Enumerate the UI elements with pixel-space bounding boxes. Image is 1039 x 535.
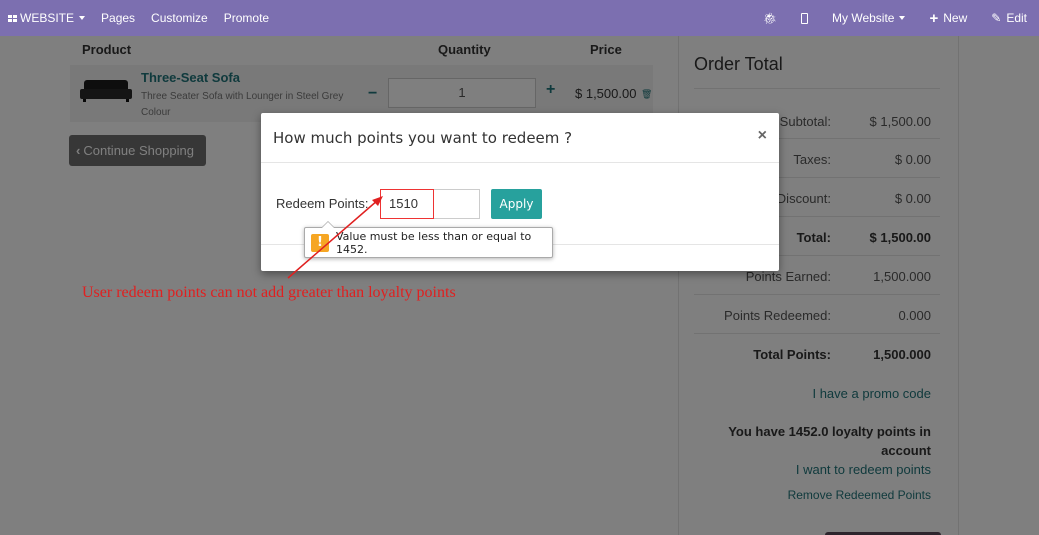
annotation-highlight-box: [380, 189, 434, 219]
new-button[interactable]: + New: [929, 11, 967, 26]
chevron-down-icon: [899, 16, 906, 20]
close-icon[interactable]: ×: [758, 127, 767, 145]
mobile-preview-button[interactable]: [801, 12, 808, 24]
edit-label: Edit: [1006, 11, 1027, 25]
customize-menu[interactable]: Customize: [151, 11, 208, 25]
modal-title: How much points you want to redeem ?: [273, 129, 573, 147]
my-website-menu[interactable]: My Website: [832, 11, 906, 25]
edit-button[interactable]: ✎ Edit: [991, 11, 1027, 25]
plus-icon: +: [929, 9, 939, 27]
my-website-label: My Website: [832, 11, 895, 25]
redeem-points-label: Redeem Points:: [276, 196, 369, 211]
annotation-text: User redeem points can not add greater t…: [82, 284, 456, 301]
warning-icon: !: [311, 233, 329, 252]
website-menu-label: WEBSITE: [20, 11, 75, 25]
pages-menu[interactable]: Pages: [101, 11, 135, 25]
mobile-icon: [801, 12, 808, 24]
apply-button[interactable]: Apply: [491, 189, 542, 219]
debug-button[interactable]: 🐞︎: [763, 12, 777, 25]
chevron-down-icon: [79, 16, 86, 20]
promote-menu[interactable]: Promote: [224, 11, 269, 25]
bug-icon: 🐞︎: [763, 12, 777, 25]
navbar-left: WEBSITE Pages Customize Promote: [8, 0, 269, 36]
website-menu[interactable]: WEBSITE: [8, 11, 86, 25]
navbar-right: 🐞︎ My Website + New ✎ Edit: [763, 0, 1027, 36]
modal-header-divider: [261, 162, 779, 163]
validation-tooltip: ! Value must be less than or equal to 14…: [304, 221, 553, 258]
new-label: New: [943, 11, 968, 25]
validation-message: Value must be less than or equal to 1452…: [336, 229, 532, 256]
pencil-icon: ✎: [991, 11, 1002, 25]
redeem-points-modal: How much points you want to redeem ? × R…: [261, 113, 779, 271]
apps-grid-icon: [8, 14, 17, 22]
top-navbar: WEBSITE Pages Customize Promote 🐞︎ My We…: [0, 0, 1039, 36]
